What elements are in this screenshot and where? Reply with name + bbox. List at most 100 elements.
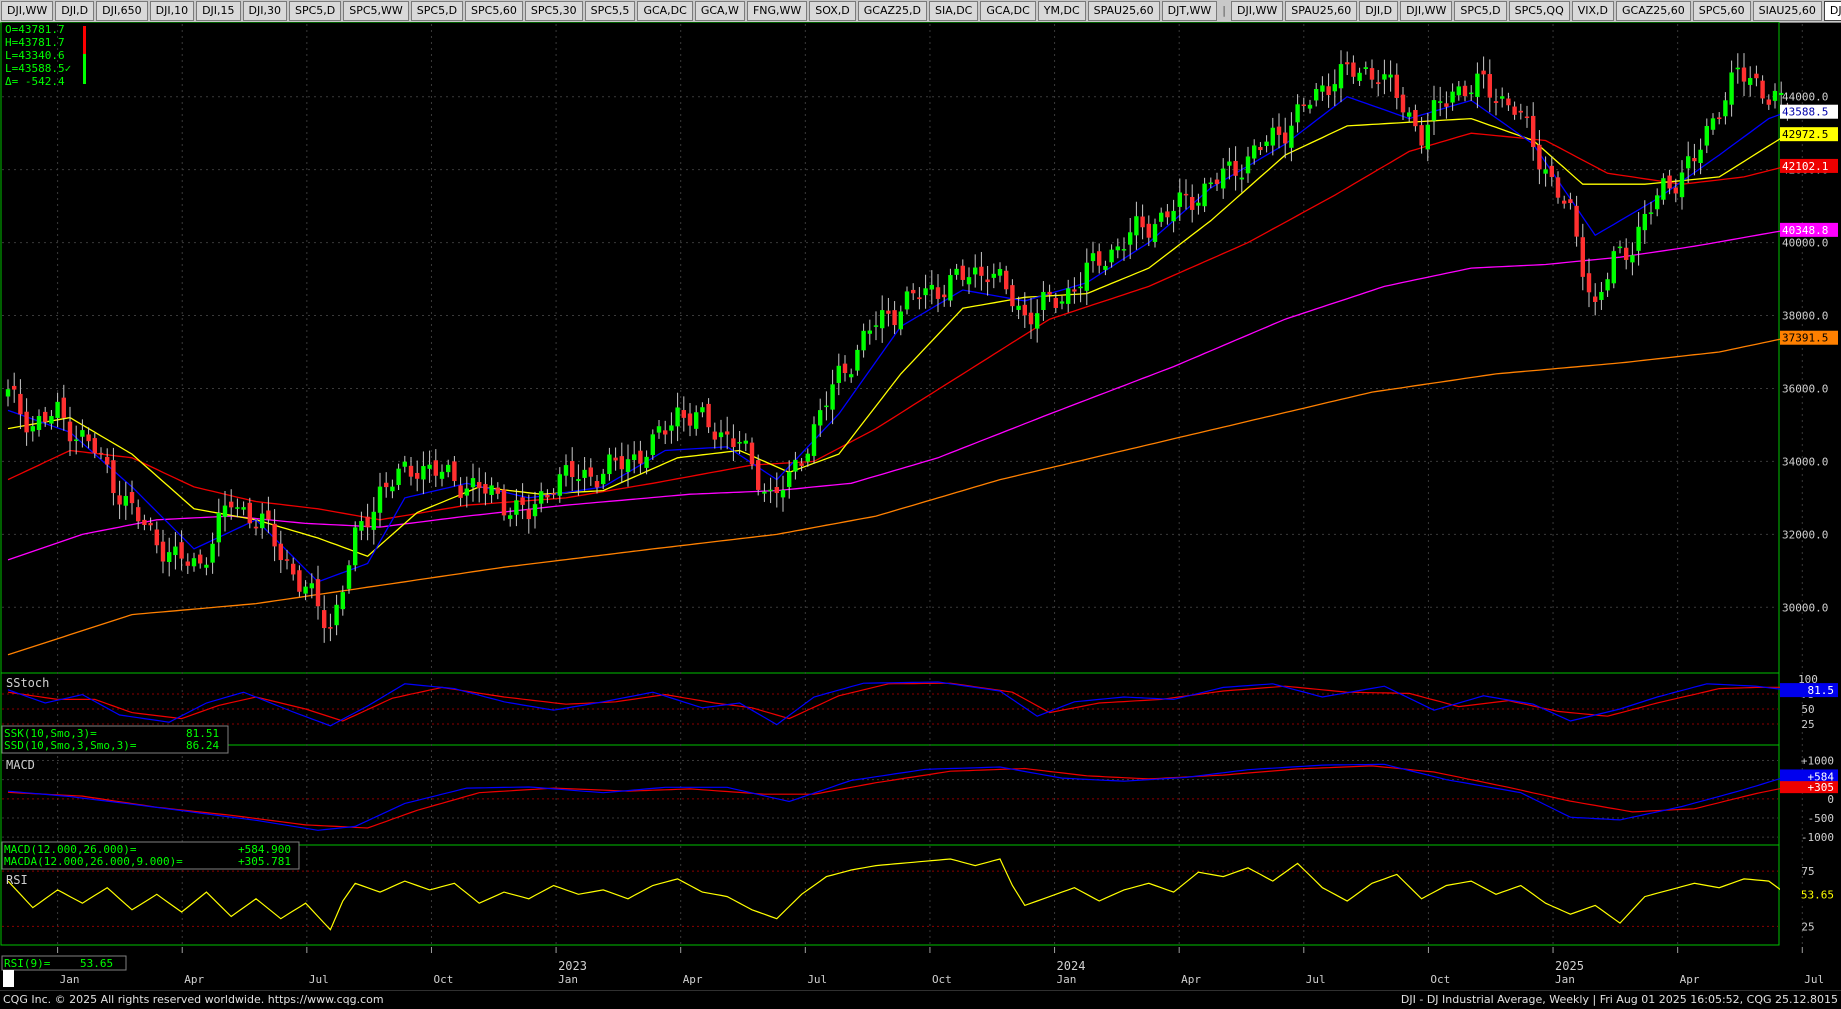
candle-down (1394, 74, 1399, 98)
candle-down (384, 482, 389, 488)
candle-down (1183, 193, 1189, 196)
chart-tab[interactable]: DJT,WW (1161, 1, 1218, 21)
price-chart[interactable]: 44000.042000.040000.038000.036000.034000… (0, 22, 1841, 990)
chart-tab[interactable]: SPC5,D (1454, 1, 1507, 21)
candle-up (1307, 104, 1313, 109)
candle-up (1704, 125, 1709, 146)
candle-up (1475, 73, 1480, 97)
candle-down (12, 385, 17, 390)
chart-tab[interactable]: SOX,D (809, 1, 856, 21)
price-tick-label: 36000.0 (1782, 382, 1828, 395)
chart-tab[interactable]: SPC5,30 (524, 1, 583, 21)
candle-up (1456, 86, 1461, 96)
main-pane[interactable] (0, 22, 1780, 674)
candle-down (477, 482, 482, 489)
chart-tab[interactable]: SPC5,5 (584, 1, 636, 21)
chart-tab[interactable]: DJI,10 (149, 1, 195, 21)
chart-tab[interactable]: DJI,650 (96, 1, 148, 21)
time-axis[interactable]: Jan Apr Jul Oct Jan Apr Jul Oct Jan Apr Jul Oct Jan A… (57, 947, 1825, 986)
candle-up (1171, 210, 1176, 222)
candle-down (1345, 62, 1350, 65)
candle-down (520, 497, 525, 505)
candle-up (1642, 213, 1647, 231)
candle-up (973, 267, 978, 275)
candle-up (737, 442, 742, 444)
candle-down (278, 543, 283, 561)
candle-up (669, 425, 674, 431)
chart-tab[interactable]: GCA,DC (980, 1, 1036, 21)
chart-tab[interactable]: SPC5,D (288, 1, 342, 21)
chart-tab[interactable]: SPC5,D (410, 1, 464, 21)
chart-tab[interactable]: SPAU25,60 (1087, 1, 1160, 21)
candle-down (1754, 73, 1759, 79)
candle-up (1196, 202, 1201, 206)
candle-down (18, 393, 23, 415)
scroll-handle[interactable] (3, 970, 14, 987)
chart-tab[interactable]: SIAU25,60 (1752, 1, 1822, 21)
chart-tab: | (1222, 4, 1227, 17)
sstoch-badge-label: 81.5 (1808, 684, 1835, 697)
candle-up (904, 291, 910, 310)
candle-up (1357, 72, 1362, 81)
chart-tab[interactable]: DJI,15 (196, 1, 241, 21)
chart-tab[interactable]: VIX,D (1571, 1, 1615, 21)
candle-up (582, 469, 587, 478)
candle-up (1041, 291, 1046, 310)
candle-down (942, 294, 947, 298)
candle-up (371, 511, 376, 530)
chart-tab[interactable]: DJI,WW (1823, 1, 1841, 21)
candle-up (167, 552, 172, 562)
chart-tab[interactable]: DJI,D (1359, 1, 1399, 21)
candle-down (960, 265, 965, 280)
candle-up (464, 488, 469, 496)
candle-up (123, 495, 128, 506)
chart-tab[interactable]: DJI,D (55, 1, 95, 21)
candle-up (861, 330, 866, 351)
candle-up (929, 284, 934, 290)
candle-up (340, 592, 345, 610)
rsi-title: RSI (6, 873, 28, 887)
candle-down (136, 507, 141, 522)
candle-down (1673, 187, 1678, 194)
candle-down (911, 289, 916, 294)
chart-tab[interactable]: FNG,WW (746, 1, 808, 21)
chart-tab[interactable]: SIA,DC (928, 1, 979, 21)
candle-up (1078, 286, 1083, 289)
chart-tab[interactable]: SPC5,WW (343, 1, 409, 21)
candle-down (105, 456, 110, 465)
chart-tab[interactable]: DJI,WW (1, 1, 54, 21)
chart-tab[interactable]: SPC5,60 (465, 1, 523, 21)
year-label: 2023 (558, 959, 587, 973)
chart-tab[interactable]: DJI,WW (1231, 1, 1284, 21)
candle-up (173, 546, 178, 556)
candle-up (650, 434, 655, 455)
candle-down (551, 493, 556, 495)
candle-up (1382, 74, 1387, 80)
chart-tab[interactable]: DJI,30 (242, 1, 287, 21)
chart-tab[interactable]: YM,DC (1037, 1, 1086, 21)
chart-tab[interactable]: SPC5,QQ (1508, 1, 1570, 21)
chart-tab[interactable]: GCAZ25,60 (1616, 1, 1691, 21)
candle-down (315, 579, 321, 607)
candle-down (92, 438, 97, 454)
chart-tab[interactable]: SPAU25,60 (1285, 1, 1358, 21)
candle-down (1413, 109, 1418, 127)
candle-down (886, 310, 891, 314)
chart-tab[interactable]: SPC5,60 (1692, 1, 1751, 21)
candle-up (470, 478, 476, 488)
chart-tab[interactable]: GCA,DC (637, 1, 693, 21)
candle-up (1599, 291, 1604, 300)
candle-up (1630, 255, 1635, 263)
chart-tab[interactable]: DJI,WW (1400, 1, 1453, 21)
candle-down (1568, 199, 1573, 204)
chart-tab[interactable]: GCAZ25,D (857, 1, 927, 21)
price-tick-label: 44000.0 (1782, 91, 1828, 104)
candle-up (1338, 64, 1344, 89)
candle-down (1047, 291, 1052, 295)
macd-line2-label: MACDA(12.000,26.000,9.000)= (4, 855, 183, 868)
chart-tab[interactable]: GCA,W (694, 1, 745, 21)
candle-down (1053, 297, 1058, 308)
candle-up (1431, 100, 1437, 121)
price-axis[interactable]: 44000.042000.040000.038000.036000.034000… (1780, 91, 1838, 934)
candle-up (1636, 226, 1641, 251)
